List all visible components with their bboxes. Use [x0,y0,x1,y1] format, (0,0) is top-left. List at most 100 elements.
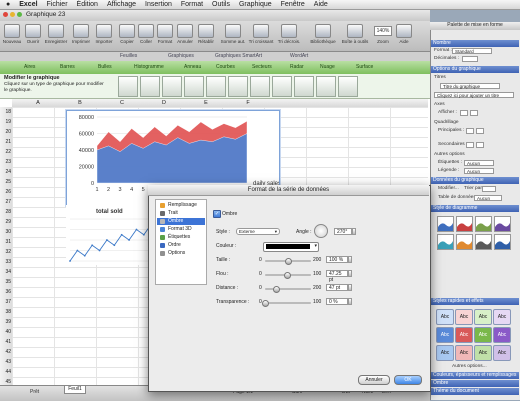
quick-style-thumbnail[interactable]: Abc [493,345,511,361]
row-header[interactable]: 36 [0,289,11,295]
quick-style-thumbnail[interactable]: Abc [474,345,492,361]
row-header[interactable]: 23 [0,159,11,165]
axis-toggle[interactable] [460,110,468,116]
row-header[interactable]: 41 [0,339,11,345]
row-header[interactable]: 20 [0,129,11,135]
row-header[interactable]: 35 [0,279,11,285]
gallery-item-nuage[interactable]: Nuage [320,64,335,70]
menu-graphique[interactable]: Graphique [239,1,272,8]
column-header[interactable]: E [196,100,216,106]
gallery-item-aires[interactable]: Aires [24,64,35,70]
toolbar-print-button[interactable]: Imprimer [70,24,92,44]
column-header[interactable]: B [70,100,90,106]
menu-affichage[interactable]: Affichage [107,1,136,8]
minimize-window-button[interactable] [10,12,15,17]
category-options[interactable]: Options [157,250,205,257]
more-options-link[interactable]: Autres options... [452,364,487,369]
row-header[interactable]: 37 [0,299,11,305]
row-header[interactable]: 19 [0,119,11,125]
gallery-item-courbes[interactable]: Courbes [216,64,235,70]
gridline-toggle[interactable] [476,128,484,134]
size-slider[interactable] [265,258,311,265]
chart-thumbnail[interactable] [118,76,138,97]
size-field[interactable]: 100 % [326,256,348,263]
section-couleurs[interactable]: Couleurs, épaisseurs et remplissages [431,372,519,379]
sort-by-select[interactable] [482,186,496,192]
size-stepper[interactable] [348,256,352,263]
menu-edition[interactable]: Édition [77,1,98,8]
menu-fichier[interactable]: Fichier [47,1,68,8]
distance-slider[interactable] [265,286,311,293]
section-ombre[interactable]: Ombre [431,380,519,387]
category-ordre[interactable]: Ordre [157,242,205,249]
row-header[interactable]: 42 [0,349,11,355]
menu-excel[interactable]: Excel [19,1,37,8]
toolbar-copy-button[interactable]: Copier [118,24,136,44]
chart-thumbnail[interactable] [228,76,248,97]
menu-insertion[interactable]: Insertion [145,1,172,8]
quick-style-thumbnail[interactable]: Abc [436,309,454,325]
gallery-item-bulles[interactable]: Bulles [98,64,112,70]
tab-feuilles[interactable]: Feuilles [120,53,137,59]
row-header[interactable]: 26 [0,189,11,195]
labels-select[interactable]: Aucun [464,160,494,166]
quick-style-thumbnail[interactable]: Abc [436,327,454,343]
toolbar-library-button[interactable]: Bibliothèque [308,24,338,44]
angle-stepper[interactable] [352,228,356,235]
row-header[interactable]: 29 [0,219,11,225]
titles-select[interactable]: Titre du graphique [440,83,500,89]
chart-thumbnail[interactable] [184,76,204,97]
menu-format[interactable]: Format [181,1,203,8]
chart-style-thumbnail[interactable] [437,234,454,250]
row-header[interactable]: 30 [0,229,11,235]
chart-style-thumbnail[interactable] [456,234,473,250]
toolbar-zoom-control[interactable]: 140% Zoom [374,24,392,44]
toolbar-import-button[interactable]: Importer [93,24,115,44]
transparency-field[interactable]: 0 % [326,298,348,305]
blur-slider[interactable] [265,272,311,279]
row-header[interactable]: 18 [0,109,11,115]
section-nombre[interactable]: Nombre [431,40,519,47]
gridline-toggle[interactable] [476,142,484,148]
modify-data-button[interactable]: Modifier... [438,186,459,191]
column-header[interactable]: F [238,100,258,106]
category-format-3d[interactable]: Format 3D [157,226,205,233]
toolbar-format-button[interactable]: Format [156,24,174,44]
data-table-select[interactable]: Aucun [474,195,502,201]
toolbar-help-button[interactable]: Aide [396,24,412,44]
chart-thumbnail[interactable] [294,76,314,97]
row-header[interactable]: 38 [0,309,11,315]
zoom-window-button[interactable] [17,12,22,17]
blur-slider-knob[interactable] [283,272,291,279]
sheet-tab[interactable]: Feuil1 [64,386,86,394]
style-select[interactable]: Externe ▾ [236,228,280,235]
quick-style-thumbnail[interactable]: Abc [455,309,473,325]
toolbar-open-button[interactable]: Ouvrir [24,24,42,44]
decimals-field[interactable] [462,56,478,62]
quick-style-thumbnail[interactable]: Abc [474,327,492,343]
category-trait[interactable]: Trait [157,210,205,217]
row-header[interactable]: 28 [0,209,11,215]
row-header[interactable]: 40 [0,329,11,335]
column-header[interactable]: C [112,100,132,106]
row-header[interactable]: 44 [0,369,11,375]
chart-thumbnail[interactable] [272,76,292,97]
section-styles-rapides[interactable]: Styles rapides et effets [431,298,519,305]
row-header[interactable]: 21 [0,139,11,145]
column-header[interactable]: A [28,100,48,106]
format-select[interactable]: Standard [452,48,492,54]
gallery-item-anneau[interactable]: Anneau [184,64,201,70]
row-header[interactable]: 22 [0,149,11,155]
toolbar-sort-asc-button[interactable]: Tri croissant [247,24,275,44]
category-ombre[interactable]: Ombre [157,218,205,225]
category-remplissage[interactable]: Remplissage [157,202,205,209]
distance-slider-knob[interactable] [273,286,281,293]
chart-thumbnail[interactable] [162,76,182,97]
toolbar-save-button[interactable]: Enregistrer [43,24,69,44]
section-theme[interactable]: Thème du document [431,388,519,395]
row-header[interactable]: 25 [0,179,11,185]
title-input[interactable]: Cliquez ici pour ajouter un titre [434,92,514,98]
chart-style-thumbnail[interactable] [494,234,511,250]
chart-thumbnail[interactable] [316,76,336,97]
toolbar-toolbox-button[interactable]: Boîte à outils [339,24,371,44]
